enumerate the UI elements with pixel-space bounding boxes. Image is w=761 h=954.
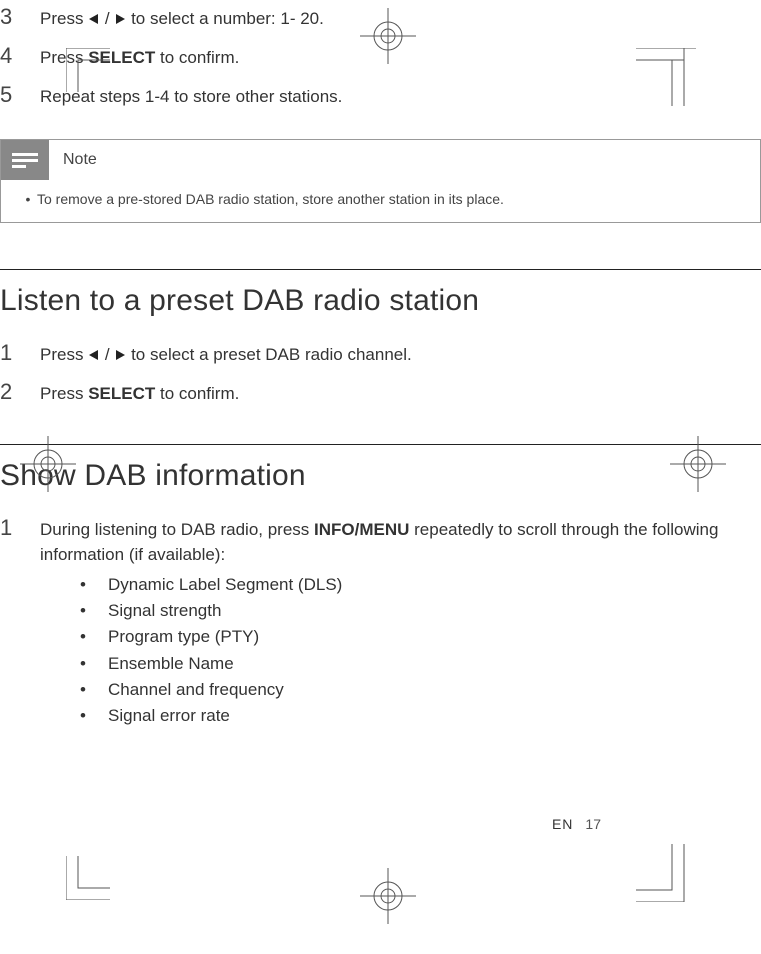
left-arrow-icon (88, 343, 100, 369)
note-box: Note • To remove a pre-stored DAB radio … (0, 139, 761, 223)
crop-tr (636, 48, 696, 106)
list-item: •Channel and frequency (80, 677, 761, 703)
step-number: 2 (0, 375, 40, 408)
reg-mark-bottom (360, 868, 416, 924)
text: Press (40, 9, 88, 28)
bullet-icon: • (80, 651, 108, 677)
note-bullet: • To remove a pre-stored DAB radio stati… (19, 190, 742, 210)
list-item: •Signal error rate (80, 703, 761, 729)
note-icon (1, 140, 49, 180)
text: Press (40, 384, 88, 403)
bullet-text: Ensemble Name (108, 651, 234, 677)
bullet-icon: • (80, 572, 108, 598)
page-footer: EN 17 (552, 816, 601, 832)
bullet-icon: • (80, 624, 108, 650)
bullet-text: Channel and frequency (108, 677, 284, 703)
crop-bl (66, 856, 110, 900)
text: to select a number: 1- 20. (126, 9, 324, 28)
reg-mark-left (20, 436, 76, 492)
section-rule (0, 269, 761, 270)
right-arrow-icon (114, 7, 126, 33)
note-body: • To remove a pre-stored DAB radio stati… (1, 180, 760, 222)
bullet-text: Signal error rate (108, 703, 230, 729)
bullet-icon: • (19, 190, 37, 210)
step-text: Press / to select a preset DAB radio cha… (40, 342, 761, 369)
step-text: During listening to DAB radio, press INF… (40, 517, 761, 730)
bullet-icon: • (80, 598, 108, 624)
bullet-text: Dynamic Label Segment (DLS) (108, 572, 342, 598)
note-text: To remove a pre-stored DAB radio station… (37, 190, 504, 210)
button-name: SELECT (88, 384, 155, 403)
step-text: Press SELECT to confirm. (40, 381, 761, 407)
step-number: 3 (0, 0, 40, 33)
section-rule (0, 444, 761, 445)
reg-mark-right (670, 436, 726, 492)
page-content: 3 Press / to select a number: 1- 20. 4 P… (0, 0, 761, 730)
info-bullet-list: •Dynamic Label Segment (DLS) •Signal str… (80, 572, 761, 730)
step-number: 4 (0, 39, 40, 72)
section1-steps: 1 Press / to select a preset DAB radio c… (0, 336, 761, 408)
text: During listening to DAB radio, press (40, 520, 314, 539)
step-number: 1 (0, 511, 40, 544)
text: to confirm. (155, 48, 239, 67)
text: Press (40, 345, 88, 364)
section2-steps: 1 During listening to DAB radio, press I… (0, 511, 761, 730)
s1-step-2: 2 Press SELECT to confirm. (0, 375, 761, 408)
reg-mark-top (360, 8, 416, 64)
section-title-show: Show DAB information (0, 459, 761, 493)
list-item: •Ensemble Name (80, 651, 761, 677)
bullet-text: Signal strength (108, 598, 221, 624)
step-number: 5 (0, 78, 40, 111)
slash: / (100, 345, 114, 364)
list-item: •Signal strength (80, 598, 761, 624)
crop-br (636, 844, 696, 902)
list-item: •Program type (PTY) (80, 624, 761, 650)
crop-tl (66, 48, 110, 92)
text: to confirm. (155, 384, 239, 403)
language-code: EN (552, 816, 573, 832)
s2-step-1: 1 During listening to DAB radio, press I… (0, 511, 761, 730)
button-name: INFO/MENU (314, 520, 409, 539)
left-arrow-icon (88, 7, 100, 33)
page-number: 17 (585, 816, 601, 832)
slash: / (100, 9, 114, 28)
s1-step-1: 1 Press / to select a preset DAB radio c… (0, 336, 761, 369)
note-header: Note (1, 140, 760, 180)
text: to select a preset DAB radio channel. (126, 345, 411, 364)
step-number: 1 (0, 336, 40, 369)
note-label: Note (63, 151, 97, 169)
bullet-icon: • (80, 677, 108, 703)
bullet-text: Program type (PTY) (108, 624, 259, 650)
bullet-icon: • (80, 703, 108, 729)
section-title-listen: Listen to a preset DAB radio station (0, 284, 761, 318)
list-item: •Dynamic Label Segment (DLS) (80, 572, 761, 598)
right-arrow-icon (114, 343, 126, 369)
